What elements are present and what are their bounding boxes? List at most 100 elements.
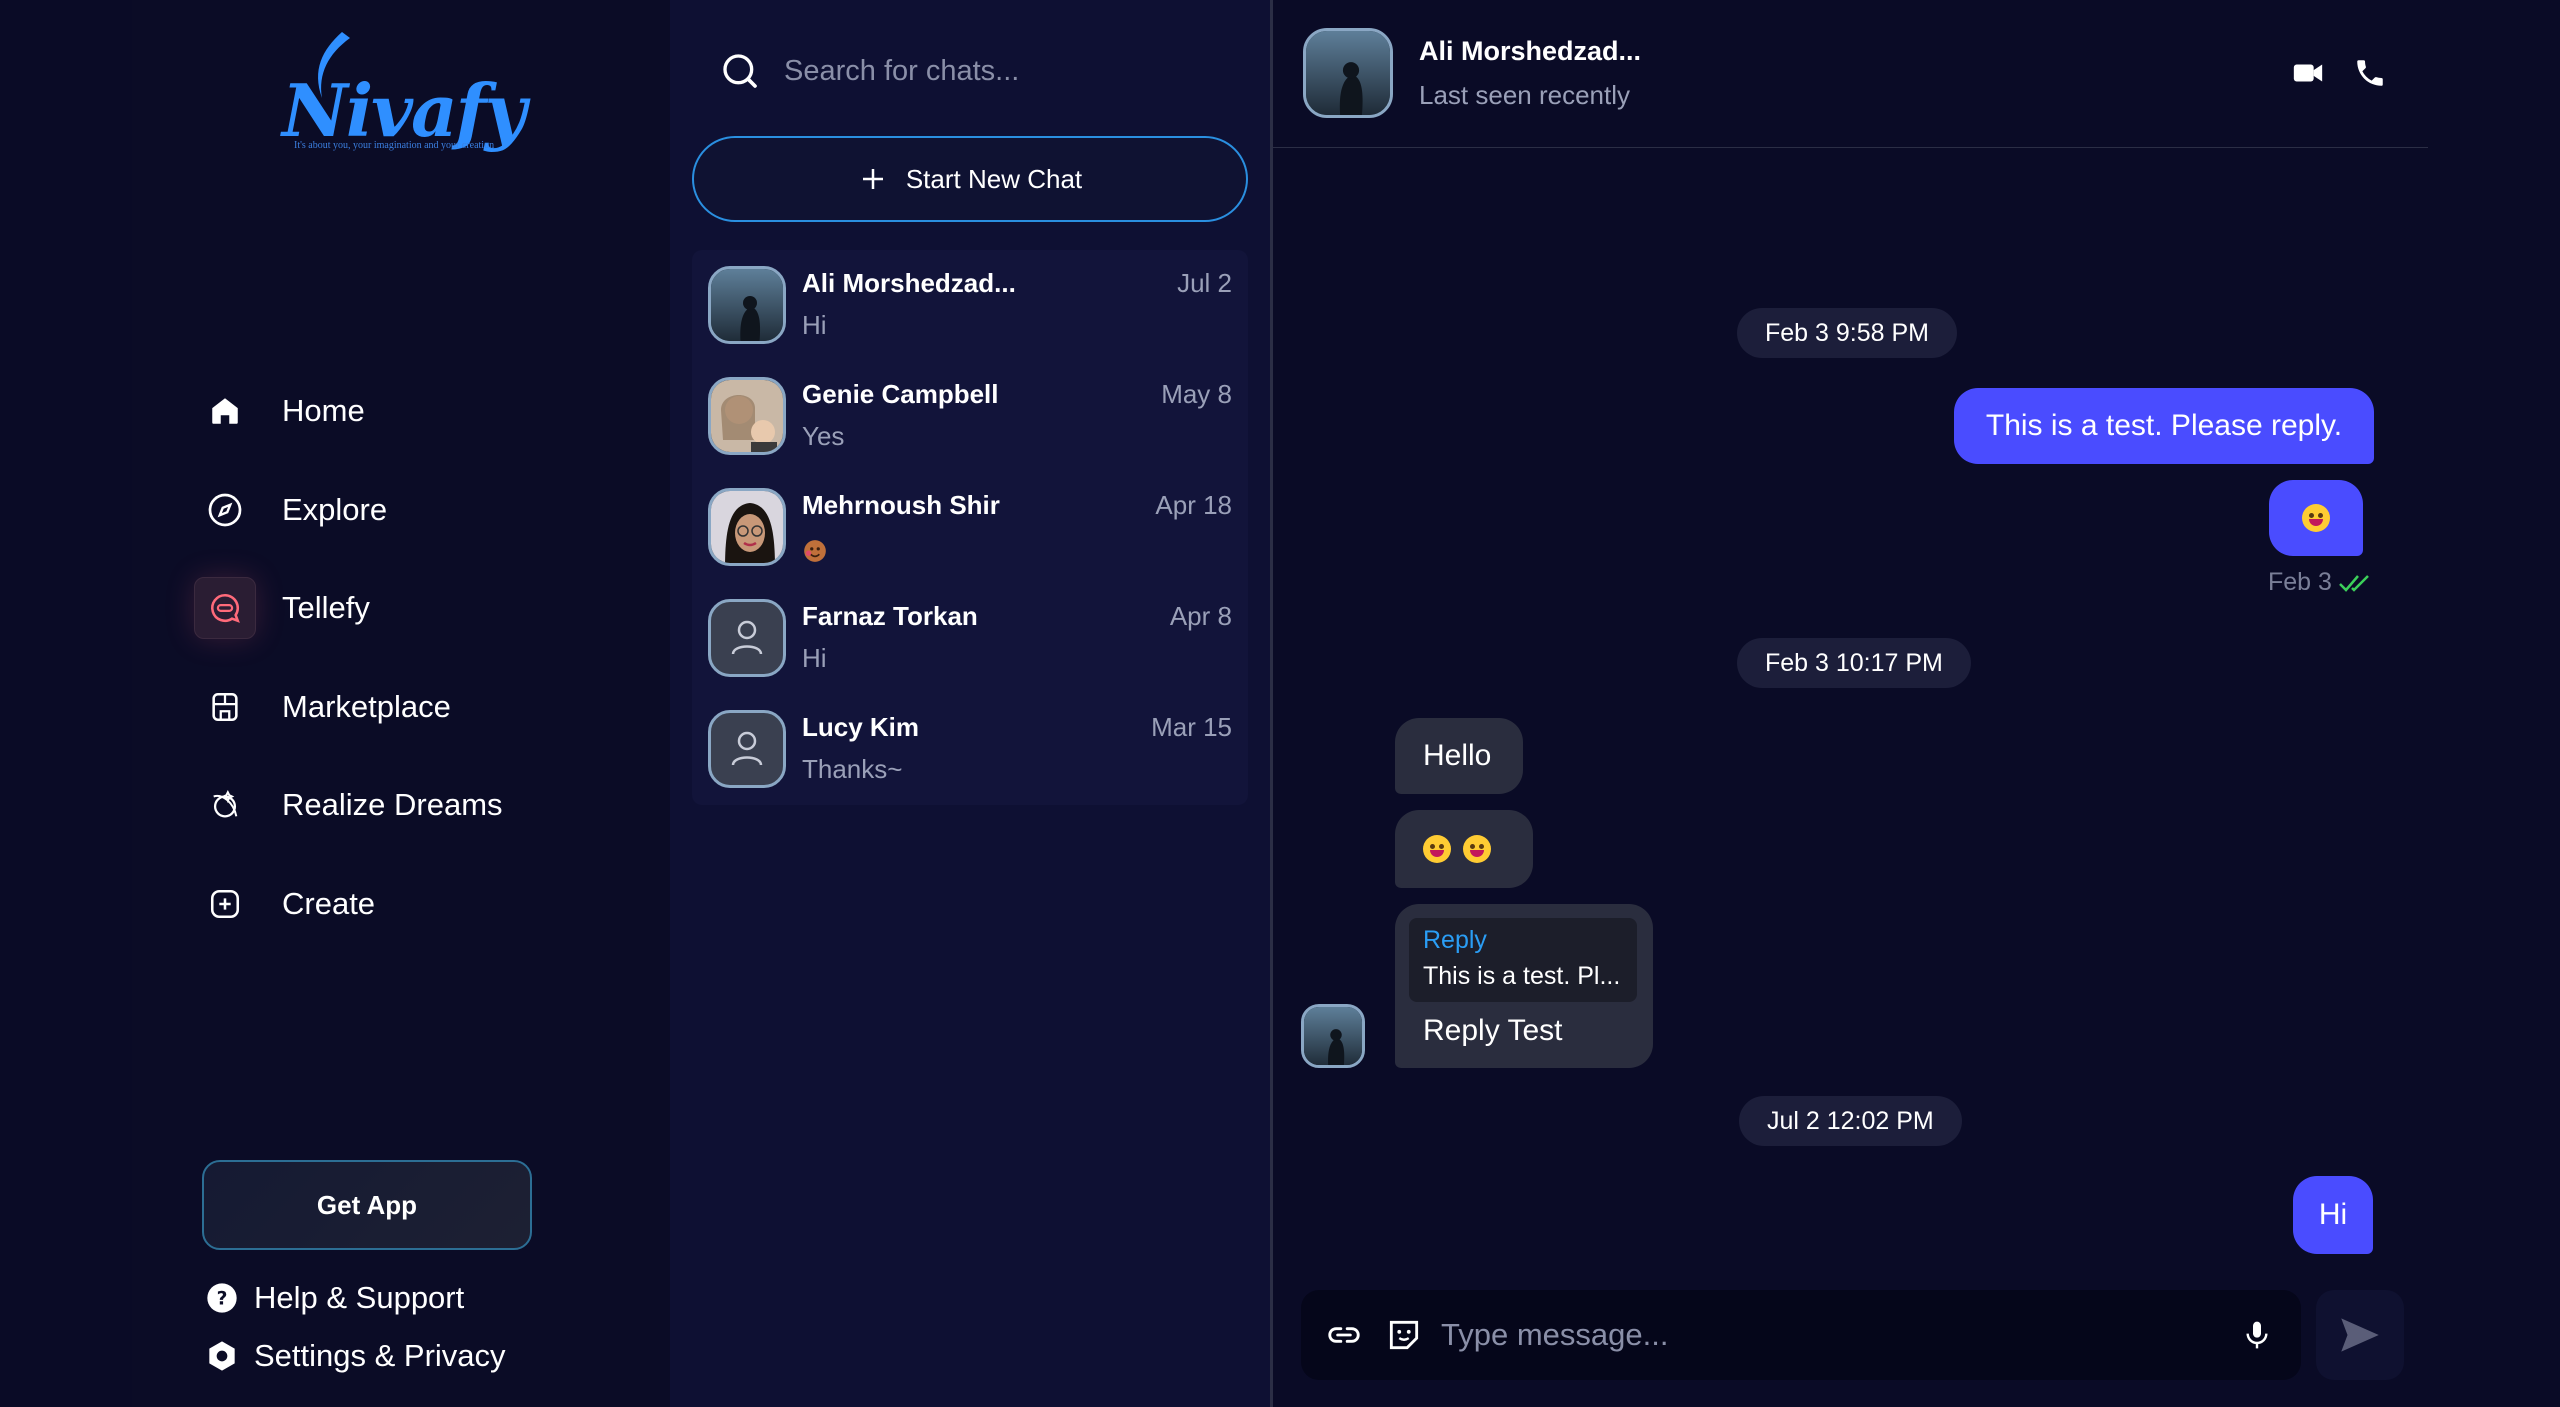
sticker-icon [804, 540, 826, 562]
nav-item-marketplace[interactable]: Marketplace [194, 676, 634, 738]
chat-name: Genie Campbell [802, 379, 999, 409]
chat-list: Ali Morshedzad... Hi Jul 2 Genie Campbel… [692, 250, 1248, 805]
video-camera-icon [2293, 64, 2323, 82]
chat-name: Farnaz Torkan [802, 601, 978, 631]
chat-name: Mehrnoush Shir [802, 490, 1000, 520]
chat-list-item[interactable]: Mehrnoush Shir Apr 18 [692, 472, 1248, 583]
voice-call-button[interactable] [2353, 56, 2387, 94]
brand-tagline: It's about you, your imagination and you… [294, 140, 495, 151]
chat-last-message: Yes [802, 421, 845, 451]
nav-item-realize-dreams[interactable]: Realize Dreams [194, 774, 634, 836]
chat-date: May 8 [1161, 379, 1232, 409]
settings-privacy-label: Settings & Privacy [254, 1338, 506, 1373]
microphone-icon[interactable] [2241, 1317, 2273, 1353]
search-icon [723, 54, 757, 88]
chat-date: Apr 18 [1155, 490, 1232, 520]
video-call-button[interactable] [2291, 56, 2325, 94]
store-icon [194, 676, 256, 738]
help-support-label: Help & Support [254, 1280, 465, 1315]
avatar[interactable] [1303, 28, 1393, 118]
settings-privacy-link[interactable]: Settings & Privacy [206, 1338, 506, 1374]
nav-label: Home [282, 393, 365, 428]
incoming-message[interactable]: Hello [1395, 718, 1523, 794]
main-nav: Home Explore Tellefy Marketplace Realize… [194, 380, 634, 971]
chat-bubble-icon [194, 577, 256, 639]
send-icon [2341, 1318, 2379, 1352]
emoji-smile-icon [2302, 504, 2330, 532]
reply-message-text: Reply Test [1423, 1014, 1563, 1047]
reply-quote-label: Reply [1423, 926, 1487, 954]
chat-name: Ali Morshedzad... [802, 268, 1016, 298]
default-user-icon [731, 620, 763, 655]
avatar [708, 488, 786, 566]
reply-quote[interactable]: Reply This is a test. Pl... [1409, 918, 1637, 1002]
chat-list-item[interactable]: Lucy Kim Thanks~ Mar 15 [692, 694, 1248, 805]
search-bar[interactable]: Search for chats... [720, 40, 1240, 102]
contact-name: Ali Morshedzad... [1419, 36, 1642, 66]
chat-date: Jul 2 [1177, 268, 1232, 298]
nav-label: Create [282, 885, 376, 921]
chat-date: Apr 8 [1169, 601, 1232, 631]
message-meta: Feb 3 [2268, 568, 2374, 597]
chat-list-item[interactable]: Farnaz Torkan Hi Apr 8 [692, 583, 1248, 694]
dream-icon [194, 774, 256, 836]
conversation-header: Ali Morshedzad... Last seen recently [1273, 0, 2428, 148]
help-icon: ? [207, 1283, 237, 1313]
chat-date: Mar 15 [1151, 712, 1232, 742]
chat-list-item[interactable]: Ali Morshedzad... Hi Jul 2 [692, 250, 1248, 361]
chat-list-item[interactable]: Genie Campbell Yes May 8 [692, 361, 1248, 472]
incoming-emoji-message[interactable] [1395, 810, 1533, 888]
compass-icon [194, 479, 256, 541]
chat-last-message: Hi [802, 310, 827, 340]
avatar [708, 710, 786, 788]
nav-label: Marketplace [282, 688, 451, 724]
nav-item-tellefy[interactable]: Tellefy [194, 577, 634, 639]
home-icon [194, 380, 256, 442]
plus-square-icon [194, 873, 256, 935]
avatar [708, 377, 786, 455]
settings-icon [209, 1341, 235, 1371]
chat-name: Lucy Kim [802, 712, 920, 742]
conversation-panel: Ali Morshedzad... Last seen recently Feb… [1273, 0, 2560, 1407]
plus-icon [862, 169, 883, 189]
default-user-icon [731, 731, 763, 766]
nav-label: Realize Dreams [282, 787, 503, 822]
attach-icon[interactable] [1325, 1316, 1363, 1354]
search-input[interactable]: Search for chats... [784, 55, 1019, 88]
nav-item-explore[interactable]: Explore [194, 479, 634, 541]
avatar [708, 266, 786, 344]
message-input[interactable]: Type message... [1441, 1317, 2241, 1353]
outgoing-emoji-message[interactable] [2269, 480, 2363, 556]
phone-icon [2357, 60, 2383, 86]
left-gutter [0, 0, 132, 1407]
avatar [708, 599, 786, 677]
nav-item-home[interactable]: Home [194, 380, 634, 442]
sticker-icon[interactable] [1385, 1316, 1423, 1354]
chat-last-message: Hi [802, 643, 827, 673]
avatar[interactable] [1301, 1004, 1365, 1068]
help-support-link[interactable]: ? Help & Support [206, 1280, 464, 1316]
emoji-grin-icon [1463, 835, 1491, 863]
outgoing-message[interactable]: Hi [2293, 1176, 2373, 1254]
chat-last-message: Thanks~ [802, 754, 903, 784]
sidebar: Nivafy It's about you, your imagination … [132, 0, 670, 1407]
outgoing-message[interactable]: This is a test. Please reply. [1954, 388, 2374, 464]
nav-item-create[interactable]: Create [194, 873, 634, 935]
date-separator: Jul 2 12:02 PM [1739, 1096, 1962, 1146]
nav-label: Tellefy [282, 590, 370, 625]
get-app-button[interactable]: Get App [202, 1160, 532, 1250]
send-button[interactable] [2316, 1290, 2404, 1380]
emoji-grin-icon [1423, 835, 1451, 863]
reply-quote-text: This is a test. Pl... [1423, 962, 1621, 990]
start-new-chat-button[interactable]: Start New Chat [692, 136, 1248, 222]
contact-status: Last seen recently [1419, 80, 1631, 110]
date-separator: Feb 3 10:17 PM [1737, 638, 1971, 688]
chat-list-panel: Search for chats... Start New Chat Ali M… [670, 0, 1270, 1407]
message-time: Feb 3 [2268, 568, 2332, 596]
read-receipt-icon [2339, 574, 2369, 592]
nav-label: Explore [282, 491, 388, 527]
message-composer: Type message... [1301, 1290, 2301, 1380]
brand-logo[interactable]: Nivafy It's about you, your imagination … [282, 30, 526, 160]
incoming-reply-message[interactable]: Reply This is a test. Pl... Reply Test [1395, 904, 1653, 1068]
svg-text:?: ? [217, 1289, 228, 1310]
